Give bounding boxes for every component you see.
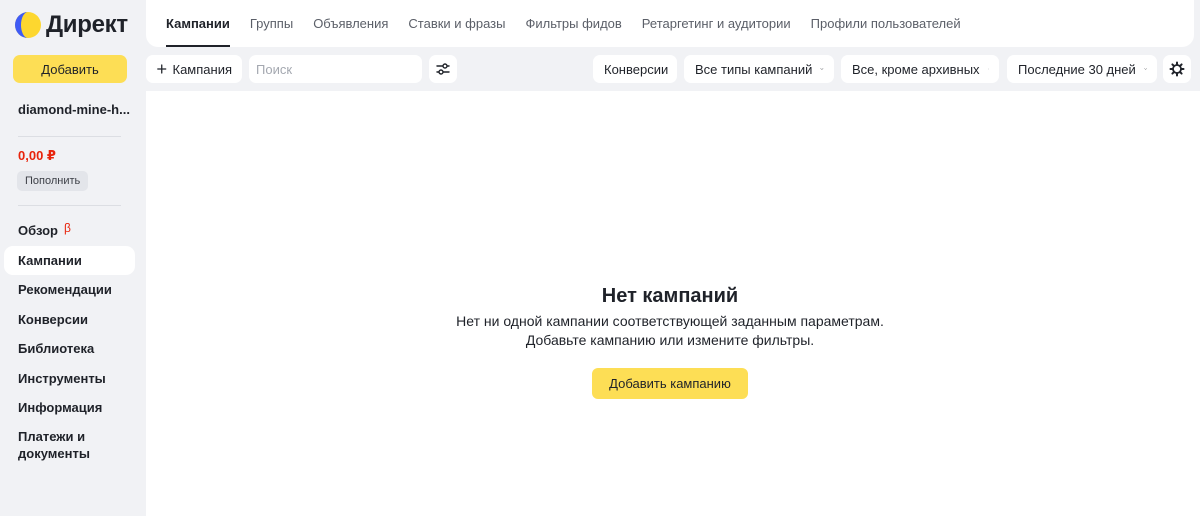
empty-state-title: Нет кампаний <box>601 285 739 307</box>
sidebar-item-label: Конверсии <box>18 311 88 327</box>
beta-badge: β <box>64 220 71 235</box>
sidebar-item-payments[interactable]: Платежи и документы <box>4 423 135 463</box>
account-balance: 0,00 ₽ <box>18 148 56 163</box>
status-filter-value: Все, кроме архивных <box>852 61 980 77</box>
chevron-down-icon <box>820 68 824 70</box>
campaign-types-value: Все типы кампаний <box>695 61 813 77</box>
tab-retargeting[interactable]: Ретаргетинг и аудитории <box>642 0 791 47</box>
sidebar-item-label: Обзор <box>18 223 58 239</box>
period-select[interactable]: Последние 30 дней <box>1007 55 1157 83</box>
filter-sliders-icon <box>436 63 450 75</box>
topup-button[interactable]: Пополнить <box>17 171 89 191</box>
empty-state-text-2: Добавьте кампанию или измените фильтры. <box>525 332 815 348</box>
settings-button[interactable] <box>1163 55 1191 83</box>
sidebar-item-label: Кампании <box>18 252 82 268</box>
chevron-down-icon <box>1144 68 1147 70</box>
plus-icon <box>157 64 167 74</box>
sidebar-item-label: Библиотека <box>18 341 95 357</box>
sidebar-item-library[interactable]: Библиотека <box>4 334 135 364</box>
sidebar-item-information[interactable]: Информация <box>4 393 135 423</box>
sidebar-divider <box>18 205 121 206</box>
sidebar-item-tools[interactable]: Инструменты <box>4 364 135 394</box>
campaign-types-select[interactable]: Все типы кампаний <box>684 55 834 83</box>
add-button[interactable]: Добавить <box>13 55 127 83</box>
tab-groups[interactable]: Группы <box>250 0 293 47</box>
account-name[interactable]: diamond-mine-h... <box>18 102 130 117</box>
sidebar-item-conversions[interactable]: Конверсии <box>4 305 135 335</box>
logo-text: Директ <box>46 11 128 38</box>
sidebar-item-label: Инструменты <box>18 370 106 386</box>
search-input[interactable] <box>249 55 422 83</box>
sidebar-item-label: Рекомендации <box>18 282 112 298</box>
sidebar-item-overview[interactable]: Обзор β <box>4 216 135 246</box>
tab-ads[interactable]: Объявления <box>313 0 388 47</box>
period-value: Последние 30 дней <box>1018 61 1136 77</box>
conversions-button[interactable]: Конверсии <box>593 55 677 83</box>
filter-settings-button[interactable] <box>429 55 457 83</box>
direct-logo-icon <box>15 12 41 38</box>
logo[interactable]: Директ <box>14 10 128 40</box>
campaigns-panel: Нет кампаний Нет ни одной кампании соотв… <box>146 91 1200 516</box>
gear-icon <box>1169 61 1185 77</box>
tab-campaigns[interactable]: Кампании <box>166 0 230 47</box>
add-campaign-button[interactable]: Добавить кампанию <box>592 368 748 399</box>
empty-state-text-1: Нет ни одной кампании соответствующей за… <box>456 313 884 329</box>
chevron-down-icon <box>987 68 989 70</box>
sidebar-divider <box>18 136 121 137</box>
tab-user-profiles[interactable]: Профили пользователей <box>811 0 961 47</box>
tab-feed-filters[interactable]: Фильтры фидов <box>525 0 621 47</box>
status-filter-select[interactable]: Все, кроме архивных <box>841 55 999 83</box>
conversions-label: Конверсии <box>604 61 669 77</box>
sidebar-item-label: Платежи и документы <box>18 428 90 461</box>
sidebar-item-label: Информация <box>18 400 103 416</box>
sidebar-item-campaigns[interactable]: Кампании <box>4 245 135 275</box>
section-tabs: Кампании Группы Объявления Ставки и фраз… <box>146 0 1194 47</box>
new-campaign-button[interactable]: Кампания <box>146 55 242 83</box>
empty-state: Нет кампаний Нет ни одной кампании соотв… <box>146 285 1194 399</box>
sidebar-nav: Обзор β Кампании Рекомендации Конверсии … <box>4 216 135 463</box>
tab-bids-phrases[interactable]: Ставки и фразы <box>408 0 505 47</box>
sidebar-item-recommendations[interactable]: Рекомендации <box>4 275 135 305</box>
sidebar: Директ Добавить diamond-mine-h... 0,00 ₽… <box>0 0 146 516</box>
new-campaign-label: Кампания <box>172 61 233 77</box>
